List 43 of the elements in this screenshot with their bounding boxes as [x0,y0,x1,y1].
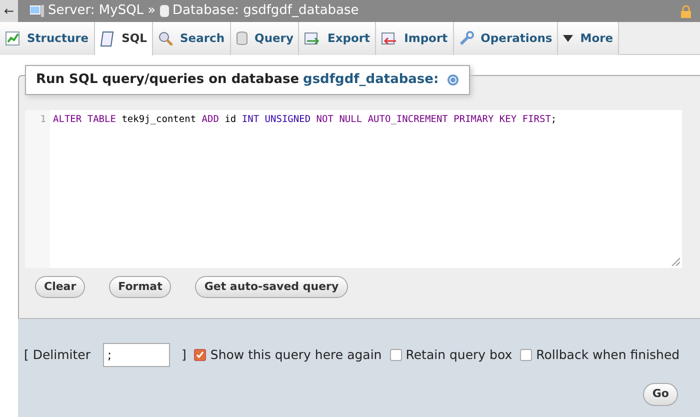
tab[interactable]: Query [230,22,300,55]
action-button[interactable]: Format [109,276,172,298]
sheet-icon [304,32,320,46]
breadcrumb-separator: » [148,2,156,20]
database-link[interactable]: Database: gsdfgdf_database [172,1,359,21]
sql-editor[interactable]: 1 ALTER TABLE tek9j_content ADD id INT UNSIGNED NOT NULL AUTO_INCREMENT PRIMARY KEY FIRST; [25,110,682,268]
help-icon[interactable] [446,74,459,86]
magnifier-icon [158,31,174,46]
server-icon [30,5,44,17]
tab[interactable]: Export [299,22,376,55]
server-link[interactable]: Server: MySQL [48,1,144,21]
legend-text: Run SQL query/queries on database [36,71,300,89]
checkbox-label: Show this query here again [210,346,382,364]
tab[interactable]: More [558,22,620,55]
back-button[interactable]: ← [0,0,18,22]
cylinder-icon [236,31,248,46]
action-button[interactable]: Get auto-saved query [195,276,348,298]
sheet-icon [381,32,398,46]
scroll-icon [100,30,115,46]
resize-grip-icon[interactable] [671,256,680,266]
wrench-icon [458,31,474,46]
database-icon [160,5,169,17]
checkbox[interactable] [194,349,206,361]
database-link[interactable]: gsdfgdf_database: [303,70,439,90]
tab[interactable]: Structure [0,22,95,55]
code-line: ALTER TABLE tek9j_content ADD id INT UNSIGNED NOT NULL AUTO_INCREMENT PRIMARY KEY FIRST; [52,112,557,126]
delimiter-field[interactable]: ; [102,343,170,367]
checkbox-label: Retain query box [406,346,512,364]
checkbox[interactable] [520,349,532,361]
caret-icon [563,35,574,42]
checkbox[interactable] [390,349,402,361]
tab[interactable]: Import [376,22,454,55]
line-number: 1 [25,110,50,268]
chart-icon [5,31,20,46]
tab[interactable]: SQL [94,22,154,56]
go-button[interactable]: Go [643,383,678,406]
bracket-text: ] [182,346,186,364]
checkbox-label: Rollback when finished [536,346,680,364]
lock-icon[interactable] [680,4,692,18]
delimiter-label: [ Delimiter [24,346,90,364]
tab[interactable]: Operations [454,22,558,55]
tab[interactable]: Search [153,22,231,55]
action-button[interactable]: Clear [35,276,86,298]
